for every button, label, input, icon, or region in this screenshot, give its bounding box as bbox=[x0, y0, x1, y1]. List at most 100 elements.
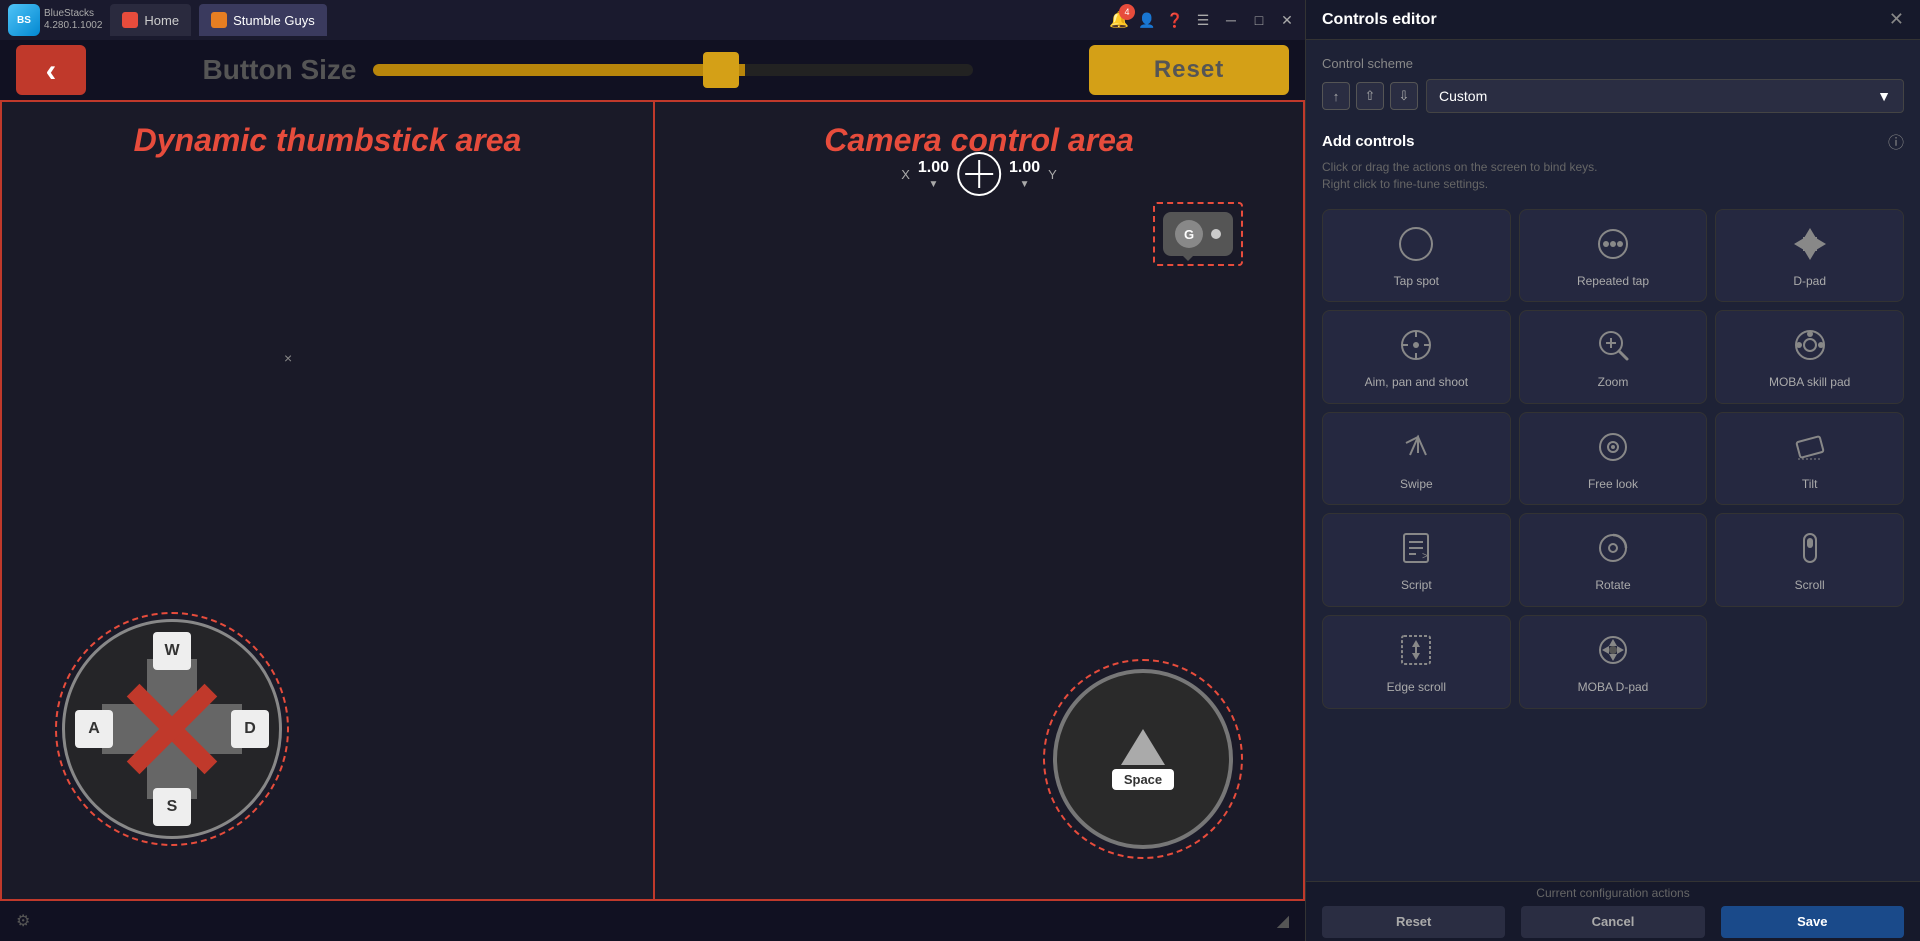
repeated-tap-label: Repeated tap bbox=[1577, 274, 1649, 290]
swipe-icon bbox=[1394, 425, 1438, 469]
moba-dpad-icon bbox=[1591, 628, 1635, 672]
footer-action-buttons: Reset Cancel Save bbox=[1322, 906, 1904, 938]
notification-badge[interactable]: 🔔 4 bbox=[1109, 10, 1129, 30]
control-script[interactable]: > Script bbox=[1322, 513, 1511, 607]
control-zoom[interactable]: Zoom bbox=[1519, 310, 1708, 404]
script-label: Script bbox=[1401, 578, 1432, 594]
game-button-g[interactable]: G bbox=[1153, 202, 1243, 266]
control-tap-spot[interactable]: Tap spot bbox=[1322, 209, 1511, 303]
help-button[interactable]: ❓ bbox=[1165, 10, 1185, 30]
dpad-label: D-pad bbox=[1793, 274, 1826, 290]
panel-header: Controls editor ✕ bbox=[1306, 0, 1920, 40]
button-size-slider[interactable] bbox=[373, 55, 973, 85]
control-free-look[interactable]: Free look bbox=[1519, 412, 1708, 506]
toolbar: ‹ Button Size Reset bbox=[0, 40, 1305, 100]
repeated-tap-icon bbox=[1591, 222, 1635, 266]
x-shape bbox=[117, 674, 227, 784]
svg-text:>: > bbox=[1422, 551, 1428, 562]
tilt-icon bbox=[1788, 425, 1832, 469]
scheme-export-icon[interactable]: ⇧ bbox=[1356, 82, 1384, 110]
window-controls: 🔔 4 👤 ❓ ☰ ─ □ ✕ bbox=[1109, 10, 1297, 30]
stumble-tab-icon bbox=[211, 12, 227, 28]
y-coord-label: Y bbox=[1048, 167, 1057, 182]
panel-title: Controls editor bbox=[1322, 11, 1889, 29]
dpad-container[interactable]: W A D S bbox=[62, 619, 282, 839]
slider-track bbox=[373, 64, 973, 76]
space-circle: Space bbox=[1053, 669, 1233, 849]
minimize-button[interactable]: ─ bbox=[1221, 10, 1241, 30]
control-edge-scroll[interactable]: Edge scroll bbox=[1322, 615, 1511, 709]
dpad-key-right: D bbox=[231, 710, 269, 748]
dynamic-thumbstick-area: Dynamic thumbstick area × bbox=[0, 100, 655, 901]
tab-home[interactable]: Home bbox=[110, 4, 191, 36]
maximize-button[interactable]: □ bbox=[1249, 10, 1269, 30]
left-area-label: Dynamic thumbstick area bbox=[134, 122, 522, 159]
scroll-icon bbox=[1788, 526, 1832, 570]
x-coord-label: X bbox=[901, 167, 910, 182]
scheme-dropdown[interactable]: Custom ▼ bbox=[1426, 79, 1904, 113]
x-coord-value: 1.00 bbox=[918, 159, 949, 177]
game-content: Dynamic thumbstick area × bbox=[0, 100, 1305, 901]
settings-icon[interactable]: ⚙ bbox=[16, 911, 30, 931]
tap-spot-icon bbox=[1394, 222, 1438, 266]
key-dot bbox=[1211, 229, 1221, 239]
space-button-container[interactable]: Space bbox=[1043, 659, 1243, 859]
panel-body: Control scheme ↑ ⇧ ⇩ Custom ▼ Add contro… bbox=[1306, 40, 1920, 881]
controls-grid: Tap spot Repeated tap bbox=[1322, 209, 1904, 709]
x-marker: × bbox=[284, 350, 292, 366]
slider-thumb[interactable] bbox=[703, 52, 739, 88]
menu-button[interactable]: ☰ bbox=[1193, 10, 1213, 30]
scheme-import-icon[interactable]: ⇩ bbox=[1390, 82, 1418, 110]
swipe-label: Swipe bbox=[1400, 477, 1433, 493]
dpad-icon bbox=[1788, 222, 1832, 266]
app-version: BlueStacks 4.280.1.1002 bbox=[44, 8, 102, 32]
game-footer: ⚙ ◢ bbox=[0, 901, 1305, 941]
control-rotate[interactable]: Rotate bbox=[1519, 513, 1708, 607]
home-tab-icon bbox=[122, 12, 138, 28]
zoom-label: Zoom bbox=[1598, 375, 1629, 391]
close-button[interactable]: ✕ bbox=[1277, 10, 1297, 30]
add-controls-description: Click or drag the actions on the screen … bbox=[1322, 159, 1904, 193]
zoom-icon bbox=[1591, 323, 1635, 367]
crosshair-icon[interactable] bbox=[957, 152, 1001, 196]
moba-skill-pad-label: MOBA skill pad bbox=[1769, 375, 1850, 391]
control-moba-dpad[interactable]: MOBA D-pad bbox=[1519, 615, 1708, 709]
control-scroll[interactable]: Scroll bbox=[1715, 513, 1904, 607]
control-moba-skill-pad[interactable]: MOBA skill pad bbox=[1715, 310, 1904, 404]
g-key-badge: G bbox=[1175, 220, 1203, 248]
free-look-icon bbox=[1591, 425, 1635, 469]
button-size-label: Button Size bbox=[203, 54, 357, 86]
speech-bubble: G bbox=[1163, 212, 1233, 256]
footer-save-button[interactable]: Save bbox=[1721, 906, 1904, 938]
add-controls-header: Add controls ⓘ bbox=[1322, 129, 1904, 153]
tab-stumble-guys[interactable]: Stumble Guys bbox=[199, 4, 327, 36]
space-key-label: Space bbox=[1112, 769, 1174, 790]
footer-right: ◢ bbox=[1277, 911, 1289, 931]
control-swipe[interactable]: Swipe bbox=[1322, 412, 1511, 506]
config-actions-label: Current configuration actions bbox=[1536, 886, 1689, 900]
add-controls-info-icon[interactable]: ⓘ bbox=[1888, 129, 1904, 153]
reset-button[interactable]: Reset bbox=[1089, 45, 1289, 95]
control-aim-pan-shoot[interactable]: Aim, pan and shoot bbox=[1322, 310, 1511, 404]
space-triangle-icon bbox=[1121, 729, 1165, 765]
script-icon: > bbox=[1394, 526, 1438, 570]
scheme-row: ↑ ⇧ ⇩ Custom ▼ bbox=[1322, 79, 1904, 113]
control-repeated-tap[interactable]: Repeated tap bbox=[1519, 209, 1708, 303]
footer-cancel-button[interactable]: Cancel bbox=[1521, 906, 1704, 938]
rotate-label: Rotate bbox=[1595, 578, 1630, 594]
scroll-label: Scroll bbox=[1795, 578, 1825, 594]
control-tilt[interactable]: Tilt bbox=[1715, 412, 1904, 506]
crosshair-container: X 1.00 ▼ 1.00 ▼ Y bbox=[901, 152, 1057, 196]
button-size-section: Button Size bbox=[102, 54, 1073, 86]
rotate-icon bbox=[1591, 526, 1635, 570]
control-dpad[interactable]: D-pad bbox=[1715, 209, 1904, 303]
app-logo: BS BlueStacks 4.280.1.1002 bbox=[8, 4, 102, 36]
scheme-upload-icon[interactable]: ↑ bbox=[1322, 82, 1350, 110]
back-button[interactable]: ‹ bbox=[16, 45, 86, 95]
y-coord-value: 1.00 bbox=[1009, 159, 1040, 177]
panel-close-button[interactable]: ✕ bbox=[1889, 9, 1904, 30]
footer-reset-button[interactable]: Reset bbox=[1322, 906, 1505, 938]
main-area: BS BlueStacks 4.280.1.1002 Home Stumble … bbox=[0, 0, 1305, 941]
account-button[interactable]: 👤 bbox=[1137, 10, 1157, 30]
controls-panel: Controls editor ✕ Control scheme ↑ ⇧ ⇩ C… bbox=[1305, 0, 1920, 941]
